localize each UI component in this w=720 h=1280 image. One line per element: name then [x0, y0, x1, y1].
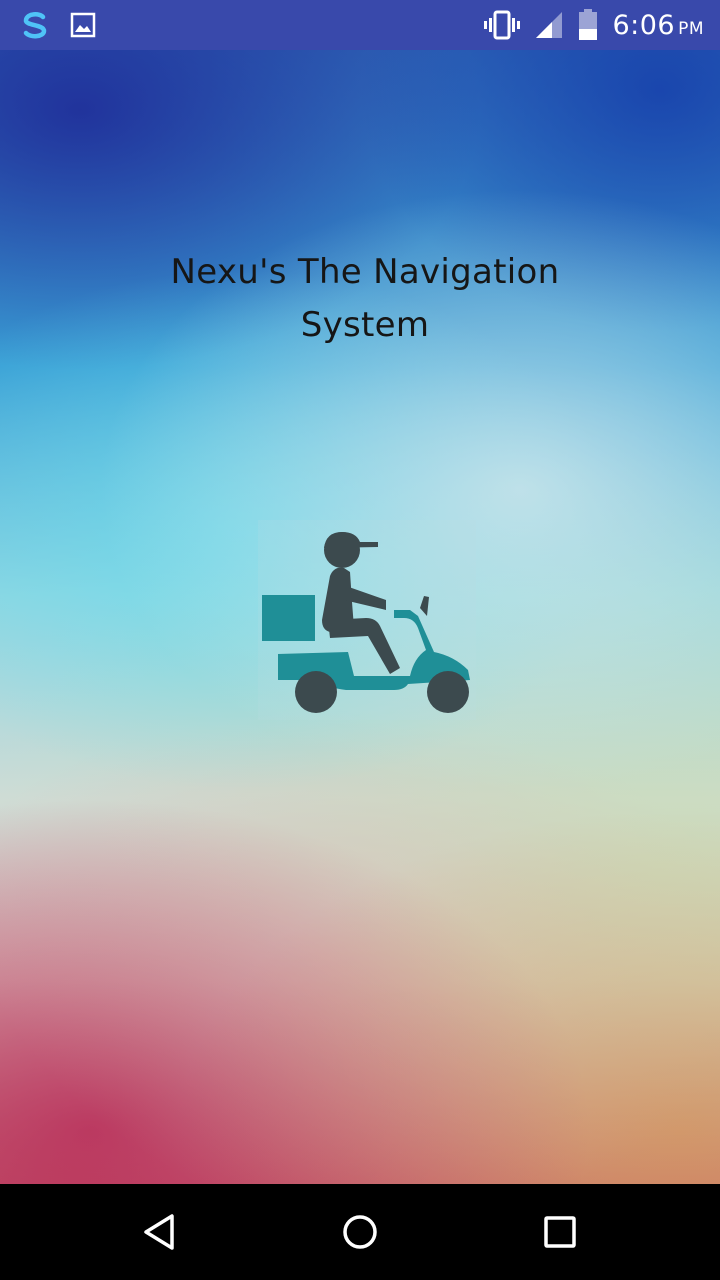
app-title-line-2: System [300, 305, 430, 345]
status-clock: 6:06 PM [612, 10, 704, 41]
recents-button[interactable] [536, 1208, 584, 1256]
clock-ampm: PM [678, 18, 704, 39]
rear-wheel-shape [295, 671, 337, 713]
status-right-icons: 6:06 PM [470, 9, 704, 41]
splash-screen: 6:06 PM Nexu's The Navigation System [0, 0, 720, 1280]
front-wheel-shape [427, 671, 469, 713]
delivery-box-shape [262, 595, 315, 641]
vibrate-icon [484, 10, 521, 40]
app-title: Nexu's The Navigation System [110, 246, 620, 352]
gallery-image-icon [70, 12, 96, 38]
status-left-icons [18, 8, 114, 42]
app-title-line-1: Nexu's The Navigation [170, 252, 560, 292]
cell-signal-icon [536, 12, 563, 38]
battery-icon [579, 9, 598, 40]
status-bar: 6:06 PM [0, 0, 720, 50]
home-button[interactable] [336, 1208, 384, 1256]
scooter-delivery-rider-icon [258, 520, 476, 720]
navigation-bar [0, 1184, 720, 1280]
splash-content: Nexu's The Navigation System [0, 50, 720, 1184]
back-icon [144, 1214, 174, 1250]
back-button[interactable] [136, 1208, 184, 1256]
home-icon [343, 1215, 377, 1249]
clock-time: 6:06 [612, 9, 676, 41]
recents-icon [544, 1216, 576, 1248]
swipe-app-s-icon [23, 12, 47, 39]
